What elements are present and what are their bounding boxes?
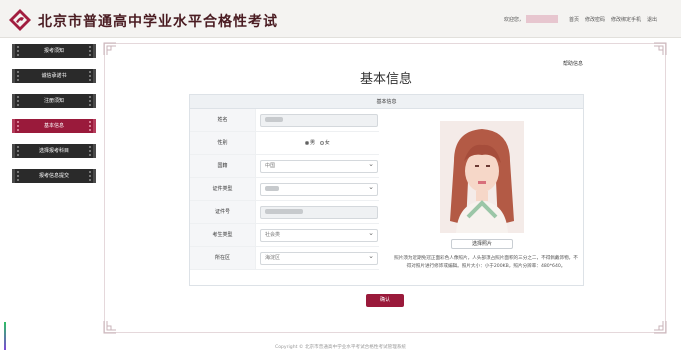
basic-info-card: 基本信息 姓名 性别 男 女 国籍 中国 ⌄ 证件类型 ⌄ 证件号 考生类型 社…	[189, 94, 584, 286]
redacted-value	[265, 117, 283, 122]
page-title: 基本信息	[359, 72, 412, 87]
form-row-district: 所在区 海淀区	[190, 247, 379, 270]
form-row-name: 姓名	[190, 109, 379, 132]
sidebar-item-choose-subjects[interactable]: 选择报考科目	[12, 144, 96, 158]
name-label: 姓名	[190, 109, 256, 131]
candidate-type-select[interactable]: 社会类	[260, 228, 378, 242]
sidebar-item-exam-notice[interactable]: 报考须知	[12, 44, 96, 58]
photo-requirements-text: 照片须为近期免冠正面彩色人像照片，人头部须占照片面积的三分之二，不得佩戴饰物，不…	[394, 256, 578, 269]
gender-radio-group: 男 女	[305, 139, 330, 146]
id-number-label: 证件号	[190, 201, 256, 223]
redacted-value	[265, 186, 279, 191]
footer-copyright: Copyright © 北京市普通高中学业水平考试合格性考试管理系统	[274, 345, 407, 350]
nationality-label: 国籍	[190, 155, 256, 177]
nav-change-phone-link[interactable]: 修改绑定手机	[611, 16, 641, 23]
sidebar-item-integrity-pledge[interactable]: 诚信承诺书	[12, 69, 96, 83]
form-row-candidate-type: 考生类型 社会类	[190, 224, 379, 247]
choose-photo-button[interactable]: 选择照片	[451, 239, 513, 249]
district-label: 所在区	[190, 247, 256, 269]
corner-ornament-icon	[654, 321, 667, 334]
corner-ornament-icon	[103, 42, 116, 55]
gender-male-radio[interactable]	[305, 140, 309, 145]
sidebar: 报考须知 诚信承诺书 注册须知 基本信息 选择报考科目 报考信息提交	[12, 44, 96, 194]
corner-ornament-icon	[103, 321, 116, 334]
id-photo	[440, 121, 524, 233]
id-type-label: 证件类型	[190, 178, 256, 200]
nav-home-link[interactable]: 首页	[569, 16, 579, 23]
sidebar-item-registration-notice[interactable]: 注册须知	[12, 94, 96, 108]
id-number-field	[260, 206, 378, 219]
district-select[interactable]: 海淀区	[260, 251, 378, 265]
form-row-id-type: 证件类型	[190, 178, 379, 201]
nav-change-password-link[interactable]: 修改密码	[585, 16, 605, 23]
redacted-value	[265, 209, 303, 214]
welcome-text: 欢迎您，	[503, 16, 524, 23]
nationality-select[interactable]: 中国	[260, 159, 378, 173]
username-redacted	[525, 15, 558, 23]
exam-logo-icon	[9, 9, 31, 31]
main-panel: 帮助信息 基本信息 基本信息 姓名 性别 男 女 国籍 中国 ⌄ 证件类型 ⌄ …	[103, 42, 667, 334]
form-row-gender: 性别 男 女	[190, 132, 379, 155]
id-type-select[interactable]	[260, 182, 378, 196]
form-row-id-number: 证件号	[190, 201, 379, 224]
gender-female-radio[interactable]	[319, 140, 324, 145]
corner-ornament-icon	[654, 42, 667, 55]
top-nav: 欢迎您， 首页 修改密码 修改绑定手机 退出	[504, 15, 657, 23]
sidebar-item-basic-info[interactable]: 基本信息	[12, 119, 96, 133]
help-info-link[interactable]: 帮助信息	[563, 60, 583, 67]
gender-female-label: 女	[324, 140, 330, 146]
form-row-nationality: 国籍 中国	[190, 155, 379, 178]
sidebar-item-submit-registration[interactable]: 报考信息提交	[12, 169, 96, 183]
page: 北京市普通高中学业水平合格性考试 欢迎您， 首页 修改密码 修改绑定手机 退出 …	[0, 0, 681, 361]
name-field	[260, 114, 378, 127]
nav-logout-link[interactable]: 退出	[647, 16, 657, 23]
photo-panel: 选择照片 照片须为近期免冠正面彩色人像照片，人头部须占照片面积的三分之二，不得佩…	[385, 109, 585, 286]
site-title: 北京市普通高中学业水平合格性考试	[38, 14, 278, 30]
confirm-button[interactable]: 确认	[366, 294, 404, 307]
gender-male-label: 男	[310, 140, 316, 146]
gender-label: 性别	[190, 132, 256, 154]
info-form: 姓名 性别 男 女 国籍 中国 证件类型	[190, 109, 379, 270]
left-edge-accent	[4, 322, 6, 350]
card-title: 基本信息	[190, 95, 583, 109]
header: 北京市普通高中学业水平合格性考试 欢迎您， 首页 修改密码 修改绑定手机 退出	[0, 0, 681, 38]
candidate-type-label: 考生类型	[190, 224, 256, 246]
